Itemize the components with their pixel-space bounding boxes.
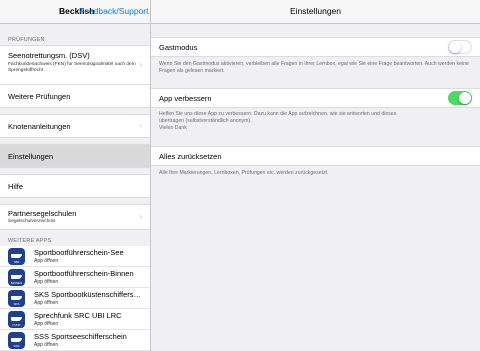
app-row-sprechfunk[interactable]: FUNK Sprechfunk SRC UBI LRC App öffnen bbox=[0, 309, 150, 330]
sidebar-item-einstellungen[interactable]: Einstellungen bbox=[0, 144, 150, 168]
app-open-label: App öffnen bbox=[34, 342, 59, 348]
app-row-sks[interactable]: SKS SKS Sportbootküstenschifferschein Ap… bbox=[0, 288, 150, 309]
gastmodus-footer: Wenn Sie den Gastmodus aktivieren, verbl… bbox=[159, 61, 469, 74]
boat-icon: SKS bbox=[8, 290, 25, 307]
feedback-support-link[interactable]: Feedback/Support bbox=[79, 6, 148, 16]
reset-all-label: Alles zurücksetzen bbox=[159, 152, 222, 161]
reset-footer: Alle Ihre Markierungen, Lernboxen, Prüfu… bbox=[159, 170, 329, 176]
app-row-sss[interactable]: SSS SSS Sportseeschifferschein App öffne… bbox=[0, 330, 150, 351]
app-row-sbf-see[interactable]: SBF Sportbootführerschein-See App öffnen bbox=[0, 246, 150, 267]
sidebar-item-label: Partnersegelschulen bbox=[8, 209, 77, 218]
gastmodus-row: Gastmodus bbox=[151, 37, 480, 57]
sidebar-item-seenotrettung[interactable]: Seenotrettungsm. (DSV) Fachkundenachweis… bbox=[0, 45, 150, 85]
chevron-right-icon: › bbox=[139, 212, 142, 221]
toggle-knob bbox=[449, 41, 461, 53]
app-open-label: App öffnen bbox=[34, 321, 59, 327]
app-open-label: App öffnen bbox=[34, 300, 59, 306]
sidebar-item-hilfe[interactable]: Hilfe bbox=[0, 174, 150, 198]
app-verbessern-footer: Helfen Sie uns diese App zu verbessern. … bbox=[159, 111, 474, 132]
app-name: Sportbootführerschein-Binnen bbox=[34, 269, 134, 278]
app-open-label: App öffnen bbox=[34, 258, 59, 264]
sidebar-item-label: Hilfe bbox=[8, 182, 24, 191]
footer-line: Vielen Dank bbox=[159, 125, 187, 131]
footer-line: übertragen (selbstverständlich anonym). bbox=[159, 118, 252, 124]
section-label-pruefungen: PRÜFUNGEN bbox=[8, 37, 45, 43]
page-title: Einstellungen bbox=[289, 6, 342, 16]
app-row-sbf-binnen[interactable]: BINNEN Sportbootführerschein-Binnen App … bbox=[0, 267, 150, 288]
app-verbessern-toggle[interactable] bbox=[448, 91, 472, 105]
gastmodus-toggle[interactable] bbox=[448, 40, 472, 54]
app-verbessern-label: App verbessern bbox=[159, 94, 212, 103]
sidebar-item-partnersegelschulen[interactable]: Partnersegelschulen Segelschulverzeichni… bbox=[0, 204, 150, 230]
boat-icon: BINNEN bbox=[8, 269, 25, 286]
sidebar-item-label: Seenotrettungsm. (DSV) bbox=[8, 51, 90, 60]
settings-panel: Einstellungen Gastmodus Wenn Sie den Gas… bbox=[151, 0, 480, 351]
app-name: Sportbootführerschein-See bbox=[34, 248, 124, 257]
sidebar-item-weitere-pruefungen[interactable]: Weitere Prüfungen bbox=[0, 84, 150, 108]
boat-icon: SSS bbox=[8, 332, 25, 349]
reset-all-row[interactable]: Alles zurücksetzen bbox=[151, 146, 480, 166]
sidebar: Beckfish Feedback/Support PRÜFUNGEN Seen… bbox=[0, 0, 150, 351]
main-header: Einstellungen bbox=[151, 0, 480, 24]
sidebar-item-subtitle: Fachkundenachweis (FKN) für Seenotsignal… bbox=[8, 62, 136, 73]
footer-line: Helfen Sie uns diese App zu verbessern. … bbox=[159, 111, 397, 117]
sidebar-item-label: Einstellungen bbox=[8, 152, 54, 161]
boat-icon: FUNK bbox=[8, 311, 25, 328]
sidebar-item-label: Weitere Prüfungen bbox=[8, 92, 71, 101]
app-verbessern-row: App verbessern bbox=[151, 88, 480, 108]
sidebar-item-subtitle: Segelschulverzeichnis bbox=[8, 219, 56, 224]
chevron-right-icon: › bbox=[139, 60, 142, 69]
gastmodus-label: Gastmodus bbox=[159, 43, 198, 52]
app-name: SKS Sportbootküstenschifferschein bbox=[34, 290, 142, 299]
sidebar-item-label: Knotenanleitungen bbox=[8, 122, 71, 131]
app-name: SSS Sportseeschifferschein bbox=[34, 332, 127, 341]
sidebar-header: Beckfish Feedback/Support bbox=[0, 0, 150, 24]
section-label-weitere-apps: WEITERE APPS bbox=[8, 238, 52, 244]
boat-icon: SBF bbox=[8, 248, 25, 265]
chevron-right-icon: › bbox=[139, 121, 142, 130]
app-open-label: App öffnen bbox=[34, 279, 59, 285]
app-name: Sprechfunk SRC UBI LRC bbox=[34, 311, 122, 320]
sidebar-item-knotenanleitungen[interactable]: Knotenanleitungen › bbox=[0, 114, 150, 138]
toggle-knob bbox=[459, 92, 471, 104]
